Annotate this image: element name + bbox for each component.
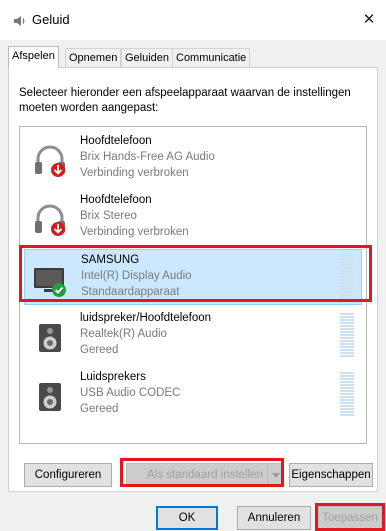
title-bar: Geluid ✕ [0,0,386,40]
tab-geluiden[interactable]: Geluiden [121,48,174,67]
device-status: Standaardapparaat [81,286,180,298]
playback-panel: Selecteer hieronder een afspeelapparaat … [8,67,378,492]
instruction-text: Selecteer hieronder een afspeelapparaat … [19,87,351,114]
device-name: Hoofdtelefoon [80,194,152,206]
device-name: luidspreker/Hoofdtelefoon [80,312,212,324]
volume-level-meter [340,313,354,359]
speaker-app-icon [14,16,25,26]
monitor-icon [34,268,66,297]
device-status: Gereed [80,403,119,415]
device-item-selected[interactable]: SAMSUNG Intel(R) Display Audio Standaard… [24,249,362,305]
device-list[interactable]: Hoofdtelefoon Brix Hands-Free AG Audio V… [19,126,367,444]
device-status: Verbinding verbroken [80,226,189,238]
tab-communicatie[interactable]: Communicatie [172,48,251,67]
device-driver: Intel(R) Display Audio [81,270,192,282]
chevron-down-icon[interactable] [267,464,283,486]
properties-button[interactable]: Eigenschappen [289,463,373,487]
device-driver: USB Audio CODEC [80,387,181,399]
device-name: SAMSUNG [81,254,140,266]
device-driver: Realtek(R) Audio [80,328,167,340]
set-default-button[interactable]: Als standaard instellen [126,463,284,487]
speaker-icon [39,324,61,352]
configure-button[interactable]: Configureren [24,463,112,487]
device-driver: Brix Stereo [80,210,137,222]
device-status: Verbinding verbroken [80,167,189,179]
set-default-label: Als standaard instellen [147,469,263,481]
headphones-icon [35,204,65,236]
close-icon: ✕ [362,11,376,28]
device-name: Hoofdtelefoon [80,135,152,147]
device-driver: Brix Hands-Free AG Audio [80,151,215,163]
cancel-button[interactable]: Annuleren [237,506,311,530]
apply-button[interactable]: Toepassen [318,506,382,530]
device-item[interactable]: Hoofdtelefoon Brix Stereo Verbinding ver… [24,190,362,246]
tab-opnemen[interactable]: Opnemen [65,48,122,67]
speaker-icon [39,383,61,411]
close-button[interactable]: ✕ [358,9,380,31]
device-item[interactable]: Luidsprekers USB Audio CODEC Gereed [24,367,362,423]
device-item[interactable]: Hoofdtelefoon Brix Hands-Free AG Audio V… [24,131,362,187]
volume-level-meter [340,372,354,418]
device-name: Luidsprekers [80,371,146,383]
window-title: Geluid [32,12,70,27]
tab-afspelen[interactable]: Afspelen [8,46,59,68]
headphones-icon [35,145,65,177]
volume-level-meter [339,255,353,301]
ok-button[interactable]: OK [156,506,218,530]
device-status: Gereed [80,344,119,356]
device-item[interactable]: luidspreker/Hoofdtelefoon Realtek(R) Aud… [24,308,362,364]
